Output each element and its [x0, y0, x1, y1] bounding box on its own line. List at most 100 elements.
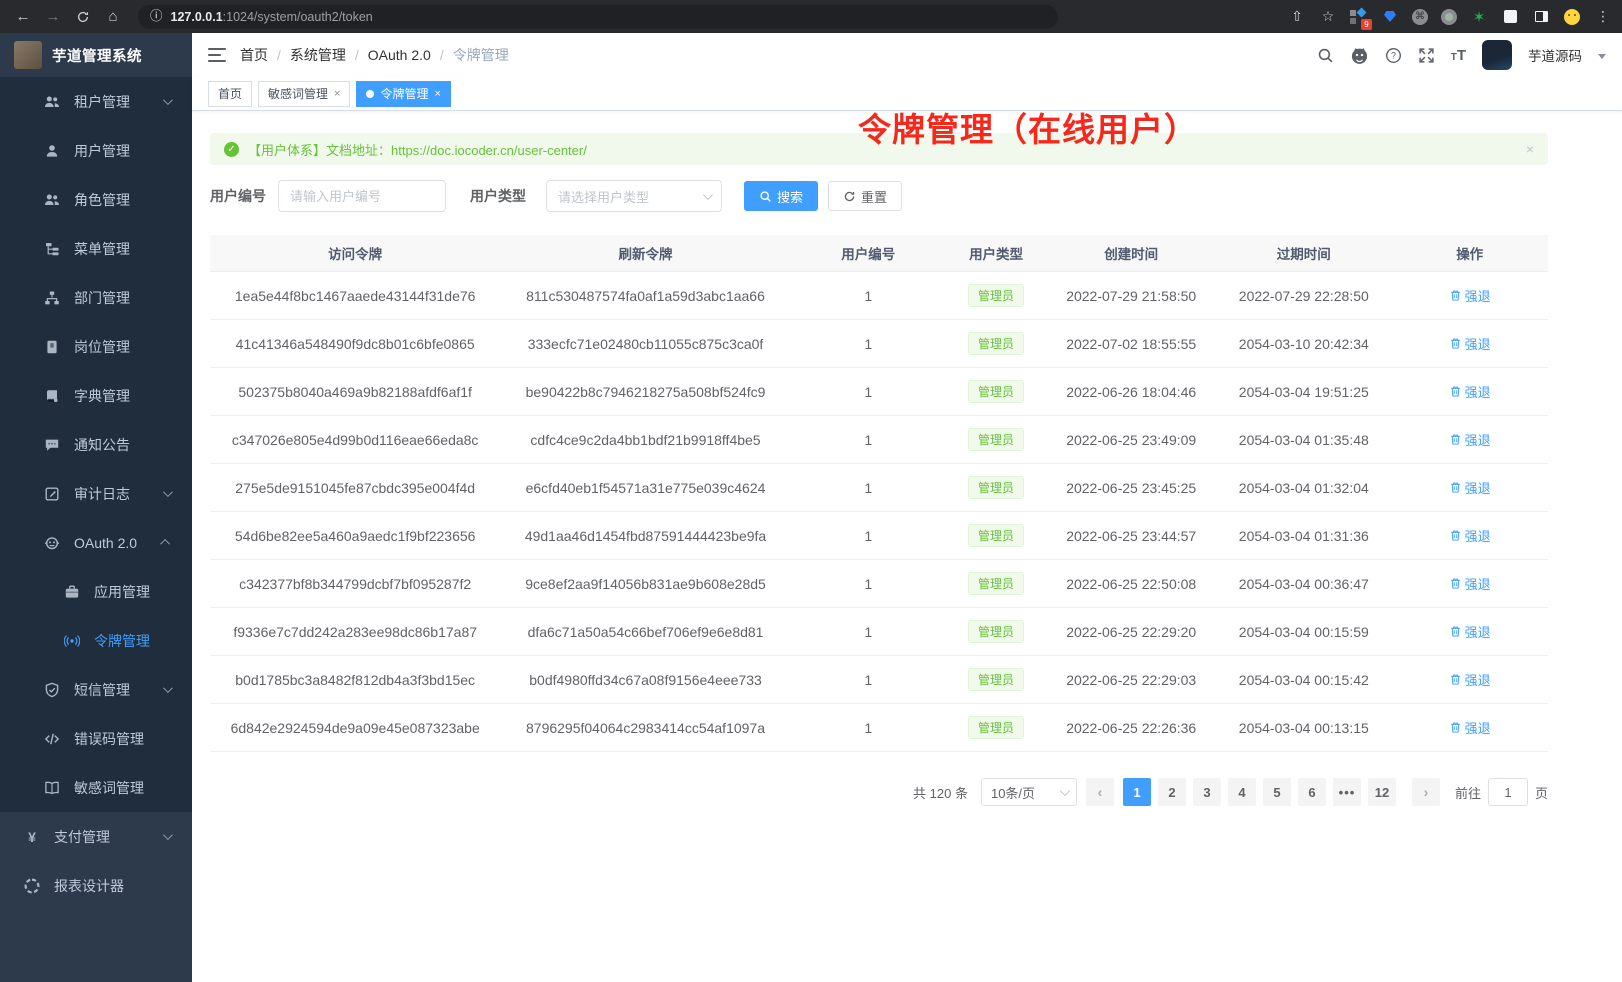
sidebar-item-tenant[interactable]: 租户管理: [0, 77, 192, 126]
sidebar-item-oauth2-app[interactable]: 应用管理: [0, 567, 192, 616]
page-button-1[interactable]: 1: [1123, 778, 1151, 806]
help-icon[interactable]: ?: [1385, 47, 1402, 64]
breadcrumb-item[interactable]: OAuth 2.0: [368, 47, 431, 63]
user-type-cell: 管理员: [946, 332, 1046, 355]
user-id-input[interactable]: [278, 180, 446, 212]
sidebar-item-dict[interactable]: 字典管理: [0, 371, 192, 420]
command-extension-icon[interactable]: ⌘: [1412, 9, 1428, 25]
sidebar-item-menu[interactable]: 菜单管理: [0, 224, 192, 273]
tab-close-icon[interactable]: ×: [434, 88, 440, 100]
page-button-12[interactable]: 12: [1368, 778, 1396, 806]
sidebar-item-errcode[interactable]: 错误码管理: [0, 714, 192, 763]
force-logout-label: 强退: [1465, 718, 1491, 737]
next-page-button[interactable]: ›: [1412, 778, 1440, 806]
sidebar-item-post[interactable]: 岗位管理: [0, 322, 192, 371]
sidebar-item-dept[interactable]: 部门管理: [0, 273, 192, 322]
page-button-6[interactable]: 6: [1298, 778, 1326, 806]
tab-敏感词管理[interactable]: 敏感词管理×: [258, 81, 350, 107]
fullscreen-icon[interactable]: [1418, 47, 1435, 64]
page-button-5[interactable]: 5: [1263, 778, 1291, 806]
page-info-icon[interactable]: ⓘ: [150, 10, 163, 23]
created-time-cell: 2022-06-25 23:49:09: [1046, 432, 1216, 448]
username[interactable]: 芋道源码: [1528, 45, 1582, 65]
sidebar-item-sensitive[interactable]: 敏感词管理: [0, 763, 192, 812]
user-type-badge: 管理员: [968, 524, 1024, 547]
github-icon[interactable]: [1350, 46, 1369, 65]
round-extension-icon[interactable]: [1441, 9, 1457, 25]
sidebar-item-auditlog[interactable]: 审计日志: [0, 469, 192, 518]
goto-page-input[interactable]: [1488, 778, 1528, 806]
sidebar-item-user[interactable]: 用户管理: [0, 126, 192, 175]
address-bar[interactable]: ⓘ 127.0.0.1:1024/system/oauth2/token: [138, 5, 1058, 29]
page-button-2[interactable]: 2: [1158, 778, 1186, 806]
force-logout-button[interactable]: 强退: [1449, 622, 1491, 641]
extension-grid-icon[interactable]: 9: [1350, 8, 1368, 26]
back-icon[interactable]: ←: [10, 4, 36, 30]
tab-首页[interactable]: 首页: [208, 81, 252, 107]
sidebar-item-notice[interactable]: 通知公告: [0, 420, 192, 469]
sidebar-item-role[interactable]: 角色管理: [0, 175, 192, 224]
reset-button[interactable]: 重置: [828, 181, 902, 211]
green-star-extension-icon[interactable]: ✶: [1470, 8, 1488, 26]
token-icon: [64, 633, 80, 649]
chevron-down-icon: [1060, 786, 1070, 796]
force-logout-button[interactable]: 强退: [1449, 286, 1491, 305]
created-time-cell: 2022-06-26 18:04:46: [1046, 384, 1216, 400]
home-icon[interactable]: ⌂: [100, 4, 126, 30]
sidebar-item-sms[interactable]: 短信管理: [0, 665, 192, 714]
search-icon[interactable]: [1317, 47, 1334, 64]
browser-menu-icon[interactable]: ⋮: [1594, 8, 1612, 26]
page-ellipsis-button[interactable]: •••: [1333, 778, 1361, 806]
bookmark-star-icon[interactable]: ☆: [1319, 8, 1337, 26]
share-icon[interactable]: ⇧: [1288, 8, 1306, 26]
action-cell: 强退: [1391, 574, 1548, 593]
breadcrumb-item[interactable]: 首页: [240, 45, 268, 65]
pagination: 共 120 条 10条/页 ‹ 123456•••12 › 前往 页: [210, 778, 1548, 806]
force-logout-button[interactable]: 强退: [1449, 334, 1491, 353]
page-button-4[interactable]: 4: [1228, 778, 1256, 806]
sidebar-item-label: 部门管理: [74, 288, 130, 308]
gem-extension-icon[interactable]: [1381, 8, 1399, 26]
user-type-select[interactable]: 请选择用户类型: [546, 180, 722, 212]
refresh-token-cell: 333ecfc71e02480cb11055c875c3ca0f: [500, 336, 790, 352]
sidebar-item-oauth2[interactable]: OAuth 2.0: [0, 518, 192, 567]
tab-close-icon[interactable]: ×: [334, 88, 340, 100]
reload-icon[interactable]: [70, 4, 96, 30]
breadcrumb-item: 令牌管理: [453, 45, 509, 65]
app-logo: [14, 41, 42, 69]
user-menu-caret-icon[interactable]: [1598, 54, 1606, 59]
breadcrumb-item[interactable]: 系统管理: [290, 45, 346, 65]
side-panel-icon[interactable]: [1532, 8, 1550, 26]
puzzle-extension-icon[interactable]: [1501, 8, 1519, 26]
user-type-cell: 管理员: [946, 668, 1046, 691]
sidebar-item-label: 菜单管理: [74, 239, 130, 259]
tab-令牌管理[interactable]: 令牌管理×: [356, 81, 450, 107]
force-logout-button[interactable]: 强退: [1449, 430, 1491, 449]
force-logout-button[interactable]: 强退: [1449, 478, 1491, 497]
force-logout-button[interactable]: 强退: [1449, 382, 1491, 401]
collapse-menu-icon[interactable]: [208, 48, 226, 62]
font-size-icon[interactable]: TT: [1451, 47, 1466, 64]
user-type-badge: 管理员: [968, 332, 1024, 355]
alert-close-icon[interactable]: ×: [1526, 141, 1534, 157]
alert-doc-link[interactable]: https://doc.iocoder.cn/user-center/: [391, 143, 587, 158]
search-button[interactable]: 搜索: [744, 181, 818, 211]
avatar[interactable]: [1482, 40, 1512, 70]
emoji-extension-icon[interactable]: [1563, 8, 1581, 26]
force-logout-button[interactable]: 强退: [1449, 718, 1491, 737]
force-logout-button[interactable]: 强退: [1449, 670, 1491, 689]
force-logout-button[interactable]: 强退: [1449, 526, 1491, 545]
sidebar-item-report[interactable]: 报表设计器: [0, 861, 192, 910]
sidebar-item-oauth2-token[interactable]: 令牌管理: [0, 616, 192, 665]
app-logo-bar[interactable]: 芋道管理系统: [0, 33, 192, 77]
page-button-3[interactable]: 3: [1193, 778, 1221, 806]
sidebar-item-pay[interactable]: ¥支付管理: [0, 812, 192, 861]
forward-icon[interactable]: →: [40, 4, 66, 30]
prev-page-button[interactable]: ‹: [1086, 778, 1114, 806]
sidebar-item-label: 支付管理: [54, 827, 110, 847]
menutree-icon: [44, 241, 60, 257]
access-token-cell: 54d6be82ee5a460a9aedc1f9bf223656: [210, 528, 500, 544]
page-size-select[interactable]: 10条/页: [981, 778, 1077, 806]
force-logout-button[interactable]: 强退: [1449, 574, 1491, 593]
expire-time-cell: 2054-03-04 00:13:15: [1216, 720, 1391, 736]
